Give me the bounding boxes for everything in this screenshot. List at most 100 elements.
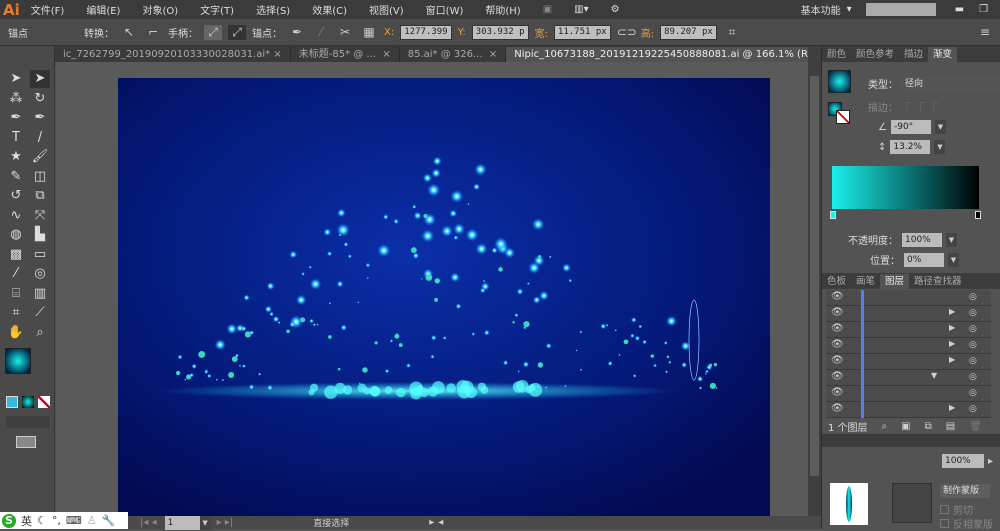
expand-right-icon[interactable]: ▶ <box>949 355 955 364</box>
bridge-icon[interactable]: ▣ <box>532 4 563 15</box>
tab-layers[interactable]: 图层 <box>880 274 910 289</box>
connect-anchor-icon[interactable]: ⁄ <box>312 25 330 39</box>
visibility-eye-icon[interactable]: 👁 <box>831 291 844 302</box>
selection-tool-icon[interactable]: ➤ <box>6 70 26 88</box>
visibility-eye-icon[interactable]: 👁 <box>831 323 844 334</box>
tab-gradient[interactable]: 渐变 <box>928 47 958 62</box>
tab-document-1[interactable]: ic_7262799_20190920103330028031.ai* × <box>55 47 291 62</box>
target-icon[interactable]: ◎ <box>969 308 977 318</box>
none-mode-button[interactable] <box>38 396 50 408</box>
layer-row[interactable]: 👁 ▶ ◎ <box>826 322 991 338</box>
wrench-icon[interactable]: 🔧 <box>102 514 116 527</box>
layer-row[interactable]: 👁 ▶ ◎ <box>826 306 991 322</box>
show-handles-icon[interactable]: ⤢ <box>204 24 222 40</box>
clip-checkbox[interactable] <box>940 505 949 514</box>
target-icon[interactable]: ◎ <box>969 372 977 382</box>
workspace-switcher[interactable]: 基本功能 <box>801 2 841 17</box>
visibility-eye-icon[interactable]: 👁 <box>831 387 844 398</box>
close-icon[interactable]: × <box>382 49 390 60</box>
slice-tool-icon[interactable]: ⟋ <box>30 304 50 322</box>
curvature-tool-icon[interactable]: ✒ <box>30 109 50 127</box>
chevron-right-icon[interactable]: ▸ <box>988 456 993 467</box>
direct-selection-tool-icon[interactable]: ➤ <box>30 70 50 88</box>
eraser-tool-icon[interactable]: ◫ <box>30 168 50 186</box>
magic-wand-tool-icon[interactable]: ⁂ <box>6 90 26 108</box>
scroll-left-icon[interactable]: ◂ <box>438 517 443 528</box>
stroke-gradient-buttons[interactable]: ⎾ ⎾ ⎾ <box>902 99 938 114</box>
punctuation-icon[interactable]: °, <box>52 514 61 527</box>
close-icon[interactable]: × <box>273 49 281 60</box>
status-menu-icon[interactable]: ▸ <box>429 517 434 528</box>
delete-icon[interactable]: 🗑 <box>969 421 982 432</box>
menu-effect[interactable]: 效果(C) <box>301 2 358 17</box>
convert-smooth-icon[interactable]: ⌐ <box>144 25 162 39</box>
target-icon[interactable]: ◎ <box>969 356 977 366</box>
visibility-eye-icon[interactable]: 👁 <box>831 339 844 350</box>
layer-row[interactable]: 👁 ▶ ◎ <box>826 354 991 370</box>
layer-row[interactable]: 👁 ◎ <box>826 386 991 402</box>
mask-thumbnail[interactable] <box>892 483 932 523</box>
target-icon[interactable]: ◎ <box>969 292 977 302</box>
transparency-opacity-field[interactable]: 100% <box>942 454 984 468</box>
menu-window[interactable]: 窗口(W) <box>415 2 475 17</box>
line-segment-tool-icon[interactable]: / <box>30 129 50 147</box>
color-mode-button[interactable] <box>6 396 18 408</box>
tab-color[interactable]: 颜色 <box>822 47 851 62</box>
gradient-stop-end[interactable] <box>975 211 981 219</box>
hide-handles-icon[interactable]: ⤢ <box>228 24 246 40</box>
next-page-icon[interactable]: ▸ ▸| <box>217 517 234 528</box>
target-icon[interactable]: ◎ <box>969 388 977 398</box>
paintbrush-tool-icon[interactable]: 🖌 <box>30 148 50 166</box>
stroke-swatch[interactable] <box>836 110 850 124</box>
blend-tool-icon[interactable]: ◎ <box>30 265 50 283</box>
chevron-down-icon[interactable]: ▼ <box>946 232 957 247</box>
height-field[interactable]: 89.207 px <box>660 24 717 40</box>
width-field[interactable]: 11.751 px <box>553 24 611 40</box>
type-tool-icon[interactable]: T <box>6 129 26 147</box>
expand-down-icon[interactable]: ▼ <box>931 371 937 380</box>
expand-right-icon[interactable]: ▶ <box>949 403 955 412</box>
expand-right-icon[interactable]: ▶ <box>949 307 955 316</box>
shape-builder-tool-icon[interactable]: ◍ <box>6 226 26 244</box>
star-tool-icon[interactable]: ★ <box>6 148 26 166</box>
sogou-icon[interactable]: S <box>2 513 16 528</box>
arrange-documents-icon[interactable]: ▥▾ <box>563 4 599 15</box>
expand-right-icon[interactable]: ▶ <box>949 323 955 332</box>
make-mask-button[interactable]: 制作蒙版 <box>940 484 990 498</box>
user-icon[interactable]: ♙ <box>87 514 97 527</box>
tab-color-guide[interactable]: 颜色参考 <box>851 47 899 62</box>
page-field[interactable]: 1 <box>164 515 200 530</box>
chevron-down-icon[interactable]: ▼ <box>934 120 946 134</box>
tab-document-2[interactable]: 未标题-85* @ ... × <box>291 47 400 62</box>
target-icon[interactable]: ◎ <box>969 324 977 334</box>
cut-path-icon[interactable]: ✂ <box>336 25 354 39</box>
mesh-tool-icon[interactable]: ▩ <box>6 246 26 264</box>
moon-icon[interactable]: ☾ <box>37 514 47 527</box>
isolate-icon[interactable]: ⌗ <box>723 25 741 40</box>
gradient-thumbnail[interactable] <box>828 70 851 93</box>
pencil-tool-icon[interactable]: ✎ <box>6 168 26 186</box>
warp-tool-icon[interactable]: ∿ <box>6 207 26 225</box>
rotate-tool-icon[interactable]: ↺ <box>6 187 26 205</box>
hand-tool-icon[interactable]: ✋ <box>6 324 26 342</box>
position-field[interactable]: 0% <box>904 252 944 267</box>
layer-row[interactable]: 👁 ▶ ◎ <box>826 338 991 354</box>
clipping-mask-icon[interactable]: ▣ <box>901 421 910 432</box>
menu-view[interactable]: 视图(V) <box>358 2 415 17</box>
menu-help[interactable]: 帮助(H) <box>474 2 531 17</box>
y-field[interactable]: 303.932 p <box>471 24 529 40</box>
expand-right-icon[interactable]: ▶ <box>949 339 955 348</box>
symbol-sprayer-tool-icon[interactable]: ⌸ <box>6 285 26 303</box>
gradient-mode-button[interactable] <box>22 396 34 408</box>
first-page-icon[interactable]: |◂ ◂ <box>140 517 157 528</box>
layer-row[interactable]: 👁 ◎ <box>826 290 991 306</box>
tab-document-3[interactable]: 85.ai* @ 326... × <box>400 47 507 62</box>
convert-corner-icon[interactable]: ↖ <box>120 25 138 39</box>
menu-select[interactable]: 选择(S) <box>245 2 301 17</box>
locate-object-icon[interactable]: ⌕ <box>882 421 888 432</box>
gradient-type-select[interactable]: 径向 <box>902 76 1000 91</box>
panel-menu-icon[interactable]: ≡ <box>976 25 994 39</box>
chevron-down-icon[interactable]: ▼ <box>934 140 946 154</box>
ime-language[interactable]: 英 <box>21 513 32 529</box>
perspective-grid-tool-icon[interactable]: ▙ <box>30 226 50 244</box>
